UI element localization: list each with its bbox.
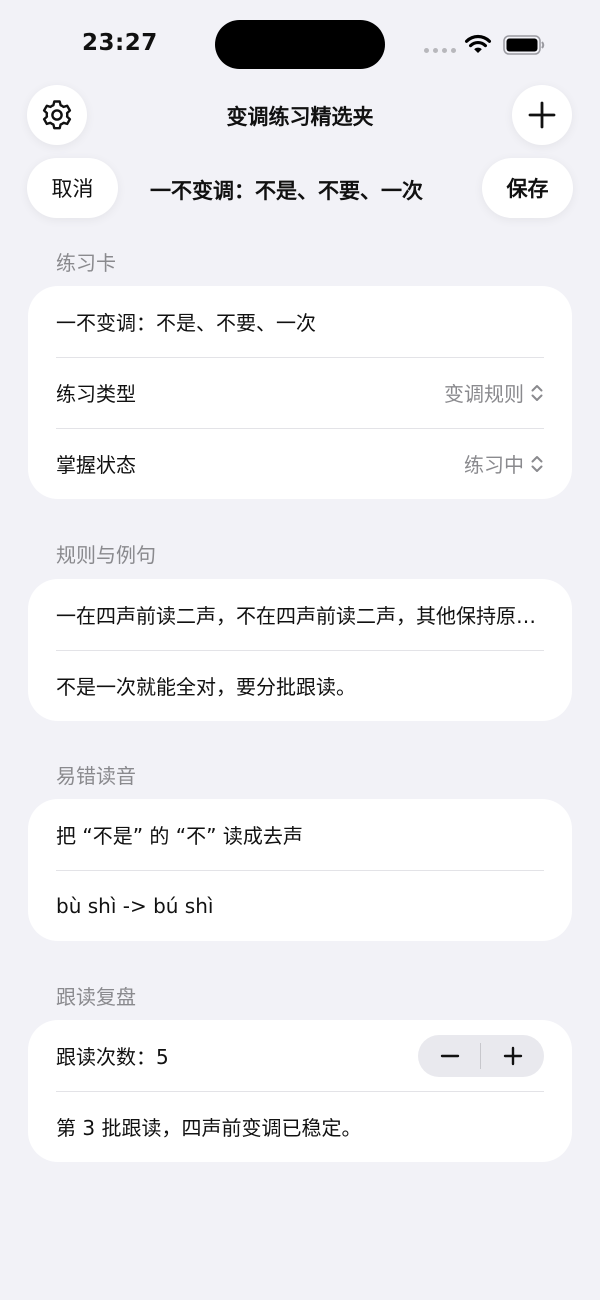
increment-button[interactable]	[481, 1035, 544, 1077]
wifi-icon	[465, 34, 491, 53]
section-header-errors: 易错读音	[56, 764, 136, 788]
correction-field[interactable]: bù shì -> bú shì	[28, 870, 572, 941]
dynamic-island	[215, 20, 385, 69]
battery-icon	[503, 35, 545, 55]
card-name-text: 一不变调：不是、不要、一次	[56, 311, 316, 335]
screen: 23:27 变调练习精选夹 取消 一不变调：不是、不要、一次 保存 练习卡 一不…	[0, 0, 600, 1300]
repeat-count-label: 跟读次数：5	[56, 1045, 169, 1069]
card-section-errors: 把 “不是” 的 “不” 读成去声 bù shì -> bú shì	[28, 799, 572, 941]
mistake-text: 把 “不是” 的 “不” 读成去声	[56, 824, 303, 848]
repeat-count-row: 跟读次数：5	[28, 1020, 572, 1091]
correction-text: bù shì -> bú shì	[56, 893, 214, 918]
mastery-status-row[interactable]: 掌握状态 练习中	[28, 428, 572, 499]
card-name-field[interactable]: 一不变调：不是、不要、一次	[28, 286, 572, 357]
card-section-rules: 一在四声前读二声，不在四声前读二声，其他保持原调。 不是一次就能全对，要分批跟读…	[28, 579, 572, 721]
plus-icon	[528, 101, 556, 129]
nav-title: 变调练习精选夹	[226, 105, 374, 129]
section-header-card: 练习卡	[56, 251, 116, 275]
mastery-status-value: 练习中	[464, 453, 524, 477]
review-note-field[interactable]: 第 3 批跟读，四声前变调已稳定。	[28, 1091, 572, 1162]
stepper-divider	[480, 1042, 481, 1069]
add-button[interactable]	[512, 85, 572, 145]
signal-icon	[424, 48, 456, 54]
card-section-practice: 一不变调：不是、不要、一次 练习类型 变调规则 掌握状态 练习中	[28, 286, 572, 499]
card-section-review: 跟读次数：5 第 3 批跟读，四声前变调已稳定。	[28, 1020, 572, 1162]
save-button[interactable]: 保存	[482, 158, 573, 218]
practice-type-value: 变调规则	[444, 382, 524, 406]
review-note-text: 第 3 批跟读，四声前变调已稳定。	[56, 1116, 362, 1140]
minus-icon	[440, 1054, 459, 1057]
repeat-count-stepper	[418, 1034, 544, 1077]
card-title: 一不变调：不是、不要、一次	[150, 179, 423, 203]
chevron-up-down-icon	[531, 455, 543, 472]
chevron-up-down-icon	[531, 384, 543, 401]
practice-type-picker[interactable]: 变调规则	[444, 378, 544, 407]
section-header-review: 跟读复盘	[56, 985, 136, 1009]
cancel-button[interactable]: 取消	[27, 158, 118, 218]
rule-text: 一在四声前读二声，不在四声前读二声，其他保持原调。	[56, 604, 544, 628]
section-header-rules: 规则与例句	[56, 543, 156, 567]
status-time: 23:27	[82, 30, 158, 56]
practice-type-row[interactable]: 练习类型 变调规则	[28, 357, 572, 428]
example-text: 不是一次就能全对，要分批跟读。	[56, 675, 356, 699]
mistake-field[interactable]: 把 “不是” 的 “不” 读成去声	[28, 799, 572, 870]
mastery-status-picker[interactable]: 练习中	[464, 449, 544, 478]
practice-type-label: 练习类型	[56, 382, 136, 406]
example-field[interactable]: 不是一次就能全对，要分批跟读。	[28, 650, 572, 721]
plus-icon	[503, 1046, 522, 1065]
decrement-button[interactable]	[418, 1035, 481, 1077]
mastery-status-label: 掌握状态	[56, 453, 136, 477]
rule-field[interactable]: 一在四声前读二声，不在四声前读二声，其他保持原调。	[28, 579, 572, 650]
